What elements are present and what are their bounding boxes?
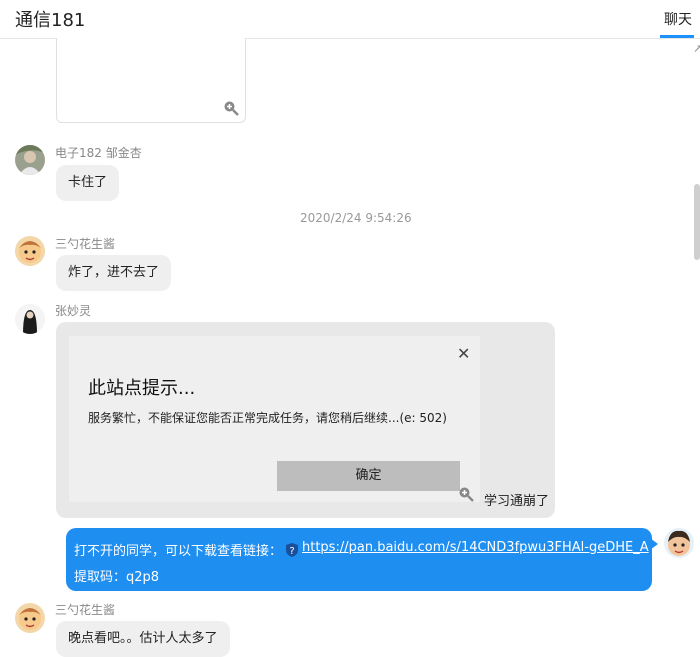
message-text: 提取码：q2p8	[74, 570, 160, 585]
sender-name: 张妙灵	[55, 304, 92, 318]
own-message-bubble: 打不开的同学，可以下载查看链接： ? https://pan.baidu.com…	[66, 528, 658, 591]
sender-name: 三勺花生酱	[55, 603, 116, 617]
avatar[interactable]	[15, 304, 45, 334]
avatar[interactable]	[15, 236, 45, 266]
message-text: 打不开的同学，可以下载查看链接：	[74, 544, 283, 559]
dialog-title: 此站点提示...	[88, 378, 196, 399]
timestamp: 2020/2/24 9:54:26	[300, 211, 412, 225]
confirm-button[interactable]: 确定	[277, 461, 460, 491]
message-bubble: 卡住了	[56, 165, 120, 201]
close-icon[interactable]: ✕	[457, 344, 470, 363]
expand-arrow-icon[interactable]: ↗	[693, 42, 700, 55]
image-message[interactable]	[56, 38, 246, 123]
zoom-in-icon[interactable]	[223, 100, 239, 116]
bubble-tail	[650, 538, 658, 550]
tab-active-indicator	[660, 35, 694, 38]
image-caption: 学习通崩了	[484, 494, 550, 509]
dialog-message: 服务繁忙，不能保证您能否正常完成任务，请您稍后继续...(e: 502)	[88, 411, 447, 425]
share-link[interactable]: https://pan.baidu.com/s/14CND3fpwu3FHAl-…	[302, 540, 649, 555]
chat-header: 通信181 聊天 ↗	[0, 0, 700, 55]
avatar[interactable]	[15, 145, 45, 175]
message-bubble: 晚点看吧。。估计人太多了	[56, 621, 230, 657]
question-icon: ?	[285, 543, 299, 557]
site-alert-dialog: ✕ 此站点提示... 服务繁忙，不能保证您能否正常完成任务，请您稍后继续...(…	[69, 336, 480, 502]
own-avatar[interactable]	[664, 528, 694, 558]
zoom-in-icon[interactable]	[458, 486, 474, 502]
tab-chat[interactable]: 聊天	[664, 9, 692, 29]
chat-title: 通信181	[15, 10, 86, 31]
sender-name: 三勺花生酱	[55, 237, 116, 251]
scrollbar-thumb[interactable]	[694, 184, 700, 260]
avatar[interactable]	[15, 603, 45, 633]
sender-name: 电子182 邹金杏	[55, 146, 142, 160]
svg-text:?: ?	[289, 546, 294, 557]
message-bubble: 炸了，进不去了	[56, 255, 172, 291]
